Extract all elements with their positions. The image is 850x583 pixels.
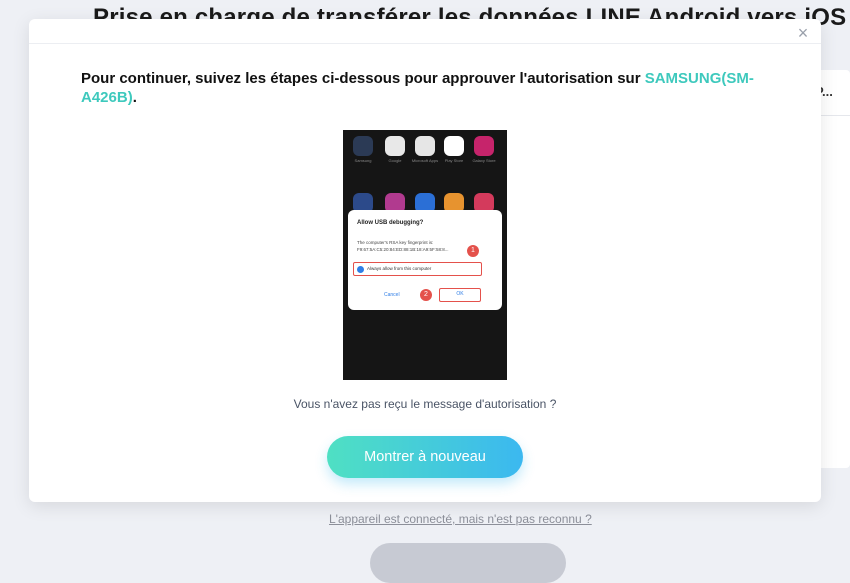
- show-again-button[interactable]: Montrer à nouveau: [327, 436, 523, 478]
- close-icon[interactable]: ×: [793, 23, 813, 43]
- play-store-icon: [444, 136, 464, 156]
- dialog-title: Allow USB debugging?: [357, 220, 424, 226]
- instruction-text: Pour continuer, suivez les étapes ci-des…: [81, 69, 781, 107]
- help-text: Vous n'avez pas reçu le message d'autori…: [293, 397, 557, 411]
- step-2-badge: 2: [420, 289, 432, 301]
- check-icon: [357, 265, 364, 273]
- app-label-galaxy-store: Galaxy Store: [472, 158, 496, 163]
- dialog-ok: OK: [439, 288, 481, 302]
- step-1-badge: 1: [467, 245, 479, 257]
- samsung-app-icon: [353, 136, 373, 156]
- instruction-main: Pour continuer, suivez les étapes ci-des…: [81, 70, 645, 87]
- app-label-samsung: Samsung: [354, 158, 372, 163]
- not-recognized-link[interactable]: L'appareil est connecté, mais n'est pas …: [329, 512, 592, 526]
- google-app-icon: [385, 136, 405, 156]
- app-label-play-store: Play Store: [444, 158, 464, 163]
- app-label-microsoft: Microsoft Apps: [411, 158, 439, 163]
- phone-illustration: Samsung Google Microsoft Apps Play Store…: [343, 130, 507, 380]
- checkbox-label: Always allow from this computer: [367, 266, 432, 271]
- app-label-google: Google: [388, 158, 402, 163]
- galaxy-store-icon: [474, 136, 494, 156]
- always-allow-checkbox: Always allow from this computer: [353, 262, 482, 276]
- instruction-end: .: [132, 89, 137, 106]
- authorization-modal: × Pour continuer, suivez les étapes ci-d…: [29, 19, 821, 502]
- dialog-cancel: Cancel: [384, 292, 400, 298]
- background-button: [370, 543, 566, 583]
- microsoft-app-icon: [415, 136, 435, 156]
- modal-divider: [29, 43, 821, 44]
